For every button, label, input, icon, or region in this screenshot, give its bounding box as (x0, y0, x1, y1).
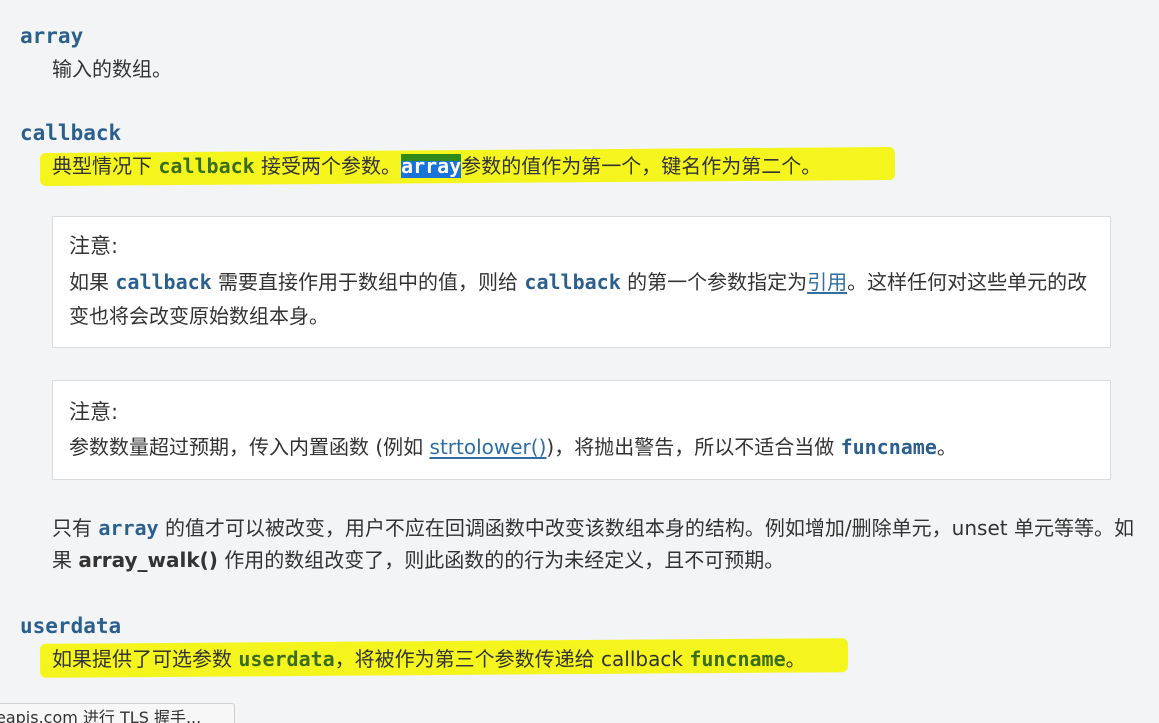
callback-desc-text-3: 参数的值作为第一个，键名作为第二个。 (461, 154, 822, 178)
param-term-array: array (20, 24, 84, 48)
paragraph-text: 作用的数组改变了，则此函数的的行为未经定义，且不可预期。 (224, 548, 785, 572)
note-title: 注意: (69, 234, 119, 258)
browser-status-bar: eapis.com 进行 TLS 握手... (0, 703, 235, 723)
userdata-code-userdata: userdata (238, 647, 335, 671)
userdata-desc-text-1: 如果提供了可选参数 (52, 647, 232, 671)
callback-desc-text-1: 典型情况下 (52, 154, 152, 178)
link-reference[interactable]: 引用 (807, 270, 847, 294)
note-title: 注意: (69, 400, 119, 424)
note-text: )，将抛出警告，所以不适合当做 (546, 435, 835, 459)
param-term-callback: callback (20, 121, 122, 145)
note-text: 如果 (69, 270, 109, 294)
paragraph-text: 只有 (52, 516, 92, 540)
callback-desc-text-2: 接受两个参数。 (261, 154, 402, 178)
paragraph-func-array-walk: array_walk() (78, 548, 218, 572)
userdata-desc-text-3: 。 (785, 647, 806, 671)
note-body: 如果 callback 需要直接作用于数组中的值，则给 callback 的第一… (69, 265, 1094, 333)
userdata-code-funcname: funcname (689, 647, 786, 671)
note-code-callback: callback (115, 270, 212, 294)
note-code-funcname: funcname (840, 435, 937, 459)
note-text: 参数数量超过预期，传入内置函数 (例如 (69, 435, 430, 459)
note-text: 的第一个参数指定为 (627, 270, 808, 294)
note-text: 。 (936, 435, 957, 459)
callback-code-callback: callback (158, 154, 255, 178)
note-code-callback: callback (524, 270, 621, 294)
paragraph-code-array: array (98, 516, 159, 540)
selected-text-array[interactable]: array (401, 154, 462, 178)
link-strtolower[interactable]: strtolower() (430, 435, 547, 459)
note-box-warning: 注意: 参数数量超过预期，传入内置函数 (例如 strtolower())，将抛… (52, 380, 1111, 480)
param-desc-array: 输入的数组。 (52, 57, 172, 81)
userdata-desc-text-2: ，将被作为第三个参数传递给 callback (334, 647, 683, 671)
note-text: 需要直接作用于数组中的值，则给 (218, 270, 519, 294)
note-box-reference: 注意: 如果 callback 需要直接作用于数组中的值，则给 callback… (52, 216, 1111, 348)
note-body: 参数数量超过预期，传入内置函数 (例如 strtolower())，将抛出警告，… (69, 430, 1094, 464)
param-desc-callback: 典型情况下 callback 接受两个参数。array参数的值作为第一个，键名作… (52, 151, 821, 181)
array-walk-paragraph: 只有 array 的值才可以被改变，用户不应在回调函数中改变该数组本身的结构。例… (52, 512, 1142, 576)
param-term-userdata: userdata (20, 614, 122, 638)
status-text: eapis.com 进行 TLS 握手... (0, 708, 202, 723)
param-desc-userdata: 如果提供了可选参数 userdata，将被作为第三个参数传递给 callback… (52, 644, 806, 674)
